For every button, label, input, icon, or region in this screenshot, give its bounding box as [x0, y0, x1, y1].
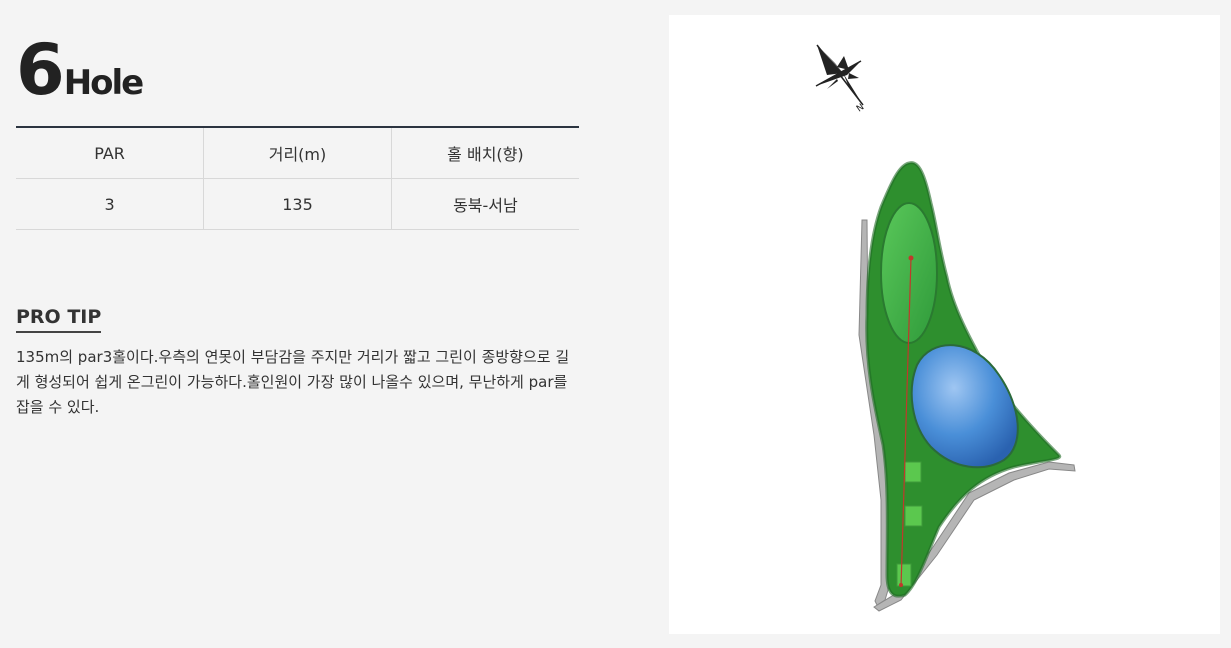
header-par: PAR — [16, 127, 204, 179]
compass-rose-icon — [815, 44, 864, 106]
cell-par: 3 — [16, 178, 204, 230]
hole-info-table: PAR 거리(m) 홀 배치(향) 3 135 동북-서남 — [16, 126, 579, 230]
tee-box — [904, 461, 922, 483]
pin-marker — [908, 255, 914, 261]
header-orientation: 홀 배치(향) — [390, 127, 579, 179]
hole-map-illustration: N — [815, 44, 1076, 612]
pro-tip-title: PRO TIP — [16, 306, 102, 333]
compass-north-label: N — [855, 102, 866, 114]
table-header-row: PAR 거리(m) 홀 배치(향) — [16, 127, 579, 179]
hole-map: N — [669, 15, 1220, 634]
tee-marker — [899, 583, 903, 587]
hole-label: Hole — [63, 63, 145, 103]
header-distance: 거리(m) — [203, 127, 392, 179]
hole-info-panel: 6Hole PAR 거리(m) 홀 배치(향) 3 135 동북-서남 — [16, 30, 579, 230]
tee-box — [896, 563, 912, 587]
cell-orientation: 동북-서남 — [390, 178, 579, 230]
pro-tip-text: 135m의 par3홀이다.우측의 연못이 부담감을 주지만 거리가 짧고 그린… — [16, 348, 570, 416]
tee-box — [904, 505, 923, 527]
hole-title: 6Hole — [16, 30, 579, 110]
table-row: 3 135 동북-서남 — [16, 178, 579, 230]
cell-distance: 135 — [203, 178, 392, 230]
pro-tip-section: PRO TIP 135m의 par3홀이다.우측의 연못이 부담감을 주지만 거… — [16, 306, 579, 420]
hole-number: 6 — [16, 29, 65, 111]
